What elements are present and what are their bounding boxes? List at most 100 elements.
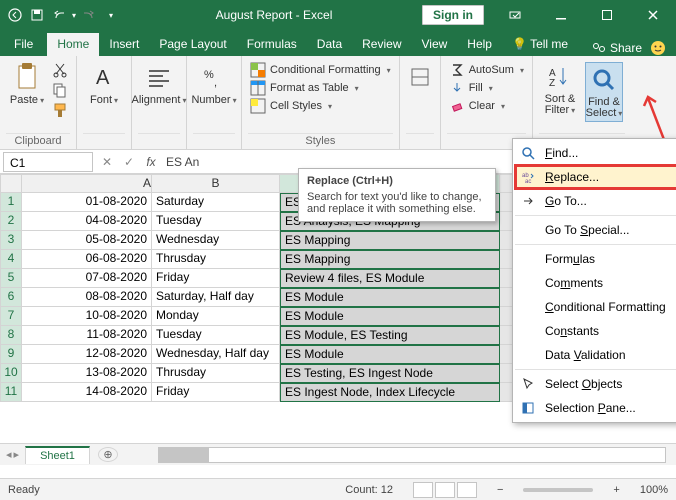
cell[interactable]: ES Module bbox=[280, 307, 500, 326]
tab-home[interactable]: Home bbox=[47, 33, 99, 56]
format-as-table-button[interactable]: Format as Table bbox=[250, 80, 391, 96]
tab-review[interactable]: Review bbox=[352, 33, 411, 56]
tab-page-layout[interactable]: Page Layout bbox=[149, 33, 236, 56]
cell[interactable]: Friday bbox=[152, 383, 280, 402]
fx-icon[interactable]: fx bbox=[140, 155, 162, 169]
cell[interactable]: 06-08-2020 bbox=[22, 250, 152, 269]
find-select-button[interactable]: Find & Select bbox=[585, 62, 623, 122]
cell[interactable]: ES Testing, ES Ingest Node bbox=[280, 364, 500, 383]
ribbon-options-icon[interactable] bbox=[492, 0, 538, 30]
sheet-nav-prev-icon[interactable]: ◂ bbox=[6, 448, 12, 461]
cell[interactable]: Review 4 files, ES Module bbox=[280, 269, 500, 288]
tab-data[interactable]: Data bbox=[307, 33, 352, 56]
menu-replace[interactable]: abacReplace... bbox=[515, 165, 676, 189]
conditional-formatting-button[interactable]: Conditional Formatting bbox=[250, 62, 391, 78]
menu-goto[interactable]: Go To... bbox=[515, 189, 676, 213]
row-header[interactable]: 3 bbox=[0, 231, 22, 250]
redo-icon[interactable] bbox=[80, 6, 98, 24]
cell[interactable]: 12-08-2020 bbox=[22, 345, 152, 364]
tab-insert[interactable]: Insert bbox=[99, 33, 149, 56]
tab-file[interactable]: File bbox=[0, 33, 47, 56]
sign-in-button[interactable]: Sign in bbox=[422, 5, 484, 25]
col-header-b[interactable]: B bbox=[152, 174, 280, 193]
tab-view[interactable]: View bbox=[412, 33, 458, 56]
menu-constants[interactable]: Constants bbox=[515, 319, 676, 343]
zoom-level[interactable]: 100% bbox=[640, 484, 668, 496]
back-icon[interactable] bbox=[6, 6, 24, 24]
cell[interactable]: ES Module, ES Testing bbox=[280, 326, 500, 345]
save-icon[interactable] bbox=[28, 6, 46, 24]
row-header[interactable]: 8 bbox=[0, 326, 22, 345]
cell[interactable]: Saturday bbox=[152, 193, 280, 212]
fx-confirm-icon[interactable]: ✓ bbox=[118, 155, 140, 169]
font-menu-button[interactable]: A Font bbox=[85, 62, 123, 106]
cell[interactable]: 14-08-2020 bbox=[22, 383, 152, 402]
add-sheet-button[interactable]: ⊕ bbox=[98, 447, 118, 462]
cell[interactable]: Monday bbox=[152, 307, 280, 326]
menu-cond-fmt[interactable]: Conditional Formatting bbox=[515, 295, 676, 319]
share-button[interactable]: Share bbox=[592, 41, 642, 55]
menu-data-validation[interactable]: Data Validation bbox=[515, 343, 676, 367]
row-header[interactable]: 11 bbox=[0, 383, 22, 402]
minimize-icon[interactable] bbox=[538, 0, 584, 30]
row-header[interactable]: 2 bbox=[0, 212, 22, 231]
horizontal-scrollbar[interactable] bbox=[158, 447, 666, 463]
number-menu-button[interactable]: %, Number bbox=[195, 62, 233, 106]
menu-selection-pane[interactable]: Selection Pane... bbox=[515, 396, 676, 420]
sheet-nav-next-icon[interactable]: ▸ bbox=[14, 448, 20, 461]
copy-icon[interactable] bbox=[52, 82, 68, 98]
row-header[interactable]: 6 bbox=[0, 288, 22, 307]
row-header[interactable]: 10 bbox=[0, 364, 22, 383]
view-normal-icon[interactable] bbox=[413, 482, 433, 498]
clear-button[interactable]: Clear bbox=[449, 98, 524, 114]
cell[interactable]: 07-08-2020 bbox=[22, 269, 152, 288]
row-header[interactable]: 1 bbox=[0, 193, 22, 212]
cell[interactable]: Thrusday bbox=[152, 250, 280, 269]
menu-comments[interactable]: Comments bbox=[515, 271, 676, 295]
menu-find[interactable]: Find... bbox=[515, 141, 676, 165]
zoom-out-icon[interactable]: − bbox=[497, 484, 503, 496]
cell[interactable]: ES Module bbox=[280, 288, 500, 307]
tab-help[interactable]: Help bbox=[457, 33, 502, 56]
cell[interactable]: 11-08-2020 bbox=[22, 326, 152, 345]
cell-styles-button[interactable]: Cell Styles bbox=[250, 98, 391, 114]
cell[interactable]: Wednesday, Half day bbox=[152, 345, 280, 364]
row-header[interactable]: 9 bbox=[0, 345, 22, 364]
cell[interactable]: 01-08-2020 bbox=[22, 193, 152, 212]
fill-button[interactable]: Fill bbox=[449, 80, 524, 96]
col-header-a[interactable]: A bbox=[22, 174, 152, 193]
maximize-icon[interactable] bbox=[584, 0, 630, 30]
cell[interactable]: Wednesday bbox=[152, 231, 280, 250]
cell[interactable]: Saturday, Half day bbox=[152, 288, 280, 307]
menu-formulas[interactable]: Formulas bbox=[515, 247, 676, 271]
paste-button[interactable]: Paste bbox=[8, 62, 46, 106]
cell[interactable]: Thrusday bbox=[152, 364, 280, 383]
cell[interactable]: ES Mapping bbox=[280, 231, 500, 250]
cells-menu-button[interactable] bbox=[408, 62, 432, 92]
row-header[interactable]: 5 bbox=[0, 269, 22, 288]
menu-select-objects[interactable]: Select Objects bbox=[515, 372, 676, 396]
undo-icon[interactable] bbox=[50, 6, 68, 24]
autosum-button[interactable]: AutoSum bbox=[449, 62, 524, 78]
cell[interactable]: 08-08-2020 bbox=[22, 288, 152, 307]
cell[interactable]: ES Mapping bbox=[280, 250, 500, 269]
cell[interactable]: Tuesday bbox=[152, 212, 280, 231]
tab-formulas[interactable]: Formulas bbox=[237, 33, 307, 56]
format-painter-icon[interactable] bbox=[52, 102, 68, 118]
name-box[interactable]: C1 bbox=[3, 152, 93, 172]
sort-filter-button[interactable]: AZ Sort & Filter bbox=[541, 62, 579, 116]
cell[interactable]: ES Ingest Node, Index Lifecycle bbox=[280, 383, 500, 402]
cell[interactable]: ES Module bbox=[280, 345, 500, 364]
tab-tell-me[interactable]: 💡 Tell me bbox=[502, 33, 578, 56]
zoom-in-icon[interactable]: + bbox=[613, 484, 619, 496]
qat-customize-icon[interactable]: ▾ bbox=[102, 6, 120, 24]
sheet-tab[interactable]: Sheet1 bbox=[25, 446, 90, 464]
row-header[interactable]: 7 bbox=[0, 307, 22, 326]
cell[interactable]: 10-08-2020 bbox=[22, 307, 152, 326]
cell[interactable]: Tuesday bbox=[152, 326, 280, 345]
row-header[interactable]: 4 bbox=[0, 250, 22, 269]
cut-icon[interactable] bbox=[52, 62, 68, 78]
fx-cancel-icon[interactable]: ✕ bbox=[96, 155, 118, 169]
view-layout-icon[interactable] bbox=[435, 482, 455, 498]
view-break-icon[interactable] bbox=[457, 482, 477, 498]
